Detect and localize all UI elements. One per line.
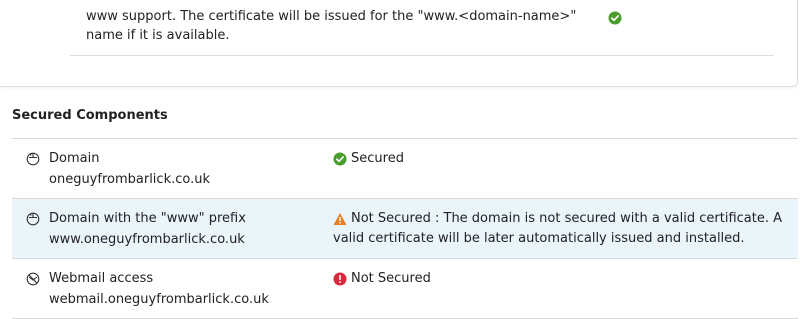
warning-triangle-icon [333, 212, 347, 226]
status-cell: Not Secured : The domain is not secured … [333, 209, 793, 249]
check-circle-icon [333, 152, 347, 166]
status-text: Not Secured : The domain is not secured … [333, 211, 782, 246]
www-support-description: www support. The certificate will be iss… [86, 9, 577, 43]
status-text: Secured [351, 151, 404, 166]
check-circle-icon [608, 10, 622, 29]
www-support-panel: www support. The certificate will be iss… [0, 0, 798, 87]
table-row: Webmail access webmail.oneguyfrombarlick… [12, 259, 798, 319]
status-cell: Not Secured [333, 269, 793, 289]
error-circle-icon [333, 272, 347, 286]
table-row: Domain oneguyfrombarlick.co.uk Secured [12, 139, 798, 199]
status-cell: Secured [333, 149, 793, 169]
component-name: Webmail access [49, 271, 154, 286]
status-text: Not Secured [351, 271, 431, 286]
component-domain: oneguyfrombarlick.co.uk [49, 172, 210, 187]
component-domain: webmail.oneguyfrombarlick.co.uk [49, 292, 269, 307]
table-row: Domain with the "www" prefix www.oneguyf… [12, 199, 798, 259]
component-name: Domain [49, 151, 100, 166]
component-domain: www.oneguyfrombarlick.co.uk [49, 232, 245, 247]
component-name: Domain with the "www" prefix [49, 211, 246, 226]
secured-components-table: Domain oneguyfrombarlick.co.uk Secured D… [12, 138, 798, 319]
webmail-icon [26, 271, 40, 286]
globe-mouse-icon [26, 211, 40, 226]
divider [70, 55, 774, 56]
globe-mouse-icon [26, 151, 40, 166]
section-title: Secured Components [12, 108, 168, 123]
